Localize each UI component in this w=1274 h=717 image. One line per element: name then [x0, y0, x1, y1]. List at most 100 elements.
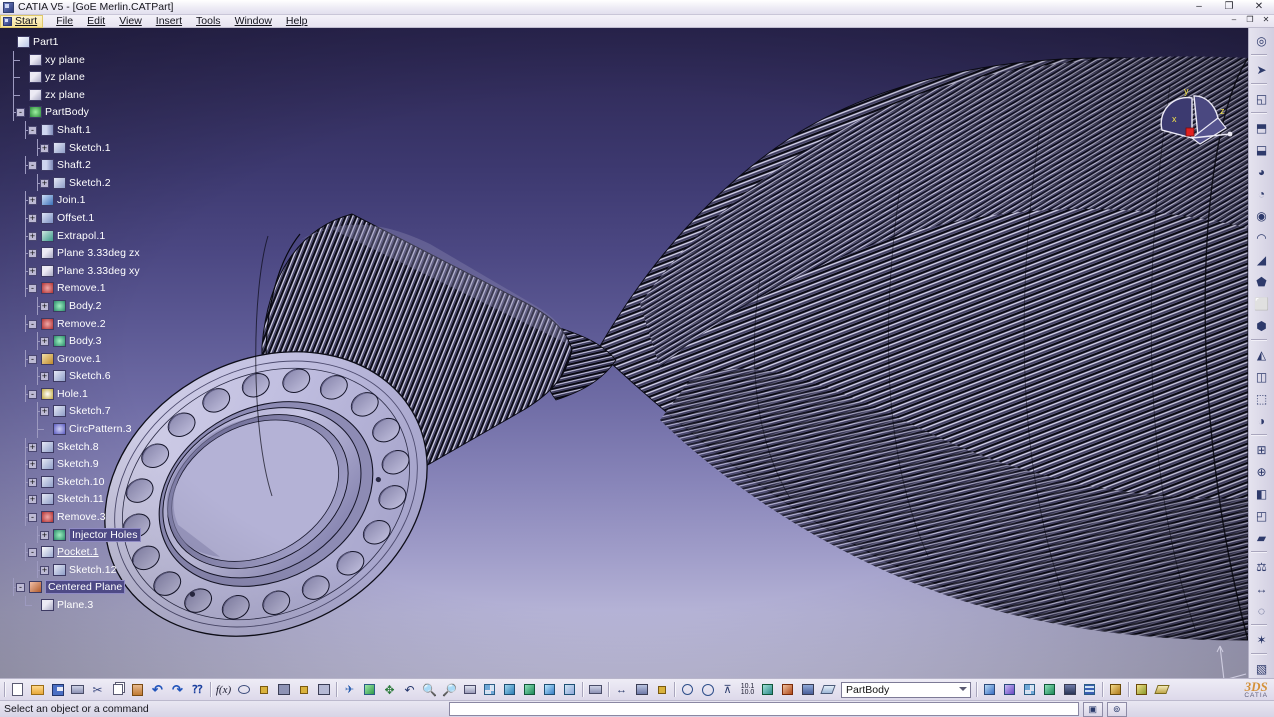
tree-expand-toggle[interactable]: +: [28, 477, 37, 487]
tree-node[interactable]: + Body.2: [0, 296, 150, 315]
measure-between-button[interactable]: ↔: [612, 680, 631, 699]
tree-collapse-toggle[interactable]: -: [28, 284, 37, 294]
zoom-in-button[interactable]: 🔍: [420, 680, 439, 699]
tree-node[interactable]: - Remove.3: [0, 508, 150, 526]
drafting-button[interactable]: [1040, 680, 1059, 699]
tree-collapse-toggle[interactable]: -: [28, 125, 37, 135]
catalog-browser-button[interactable]: [586, 680, 605, 699]
tree-node[interactable]: yz plane: [0, 68, 150, 86]
measure-inertia-button[interactable]: [652, 680, 671, 699]
tree-expand-toggle[interactable]: +: [40, 337, 49, 347]
paint-button[interactable]: [1106, 680, 1125, 699]
draft-icon[interactable]: ⬟: [1251, 271, 1273, 292]
parameter-button[interactable]: [254, 680, 273, 699]
axis-system-button[interactable]: ⊼: [718, 680, 737, 699]
app-close-button[interactable]: ✕: [1244, 0, 1274, 15]
swap-visible-button[interactable]: [560, 680, 579, 699]
part-body-selector[interactable]: PartBody: [841, 681, 971, 698]
pocket-icon[interactable]: ⬓: [1251, 139, 1273, 160]
multi-view-button[interactable]: [480, 680, 499, 699]
tree-node[interactable]: + Sketch.8: [0, 437, 150, 456]
new-button[interactable]: [8, 680, 27, 699]
dmu-navigator-button[interactable]: [1080, 680, 1099, 699]
tree-node[interactable]: + Sketch.1: [0, 138, 150, 157]
tree-node[interactable]: + Sketch.11: [0, 490, 150, 509]
tree-node[interactable]: - Centered Plane: [0, 578, 150, 596]
tree-node[interactable]: xy plane: [0, 50, 150, 69]
tree-node[interactable]: + Plane 3.33deg xy: [0, 261, 150, 280]
tree-node[interactable]: + Injector Holes: [0, 525, 150, 544]
tree-node[interactable]: + Join.1: [0, 191, 150, 209]
menu-item-view[interactable]: View: [112, 15, 149, 28]
tree-expand-toggle[interactable]: +: [28, 266, 37, 276]
tree-node[interactable]: - Remove.2: [0, 314, 150, 333]
iso-view-button[interactable]: [500, 680, 519, 699]
whats-this-button[interactable]: ⁇: [188, 680, 207, 699]
redo-button[interactable]: ↷: [168, 680, 187, 699]
compass-center-handle[interactable]: [1185, 127, 1195, 137]
rocket-engine-model[interactable]: x y z x z: [0, 28, 1248, 678]
tree-expand-toggle[interactable]: +: [28, 442, 37, 452]
select-arrow-icon[interactable]: ➤: [1251, 59, 1273, 80]
app-maximize-button[interactable]: ❐: [1214, 0, 1244, 15]
chamfer-icon[interactable]: ◢: [1251, 249, 1273, 270]
tree-node[interactable]: + Sketch.9: [0, 455, 150, 473]
fit-all-in-button[interactable]: [360, 680, 379, 699]
power-input-button[interactable]: ▣: [1082, 701, 1103, 717]
analysis-icon[interactable]: ✶: [1251, 629, 1273, 650]
specification-tree[interactable]: Part1 xy plane yz plane zx plane - PartBody - S…: [0, 28, 150, 678]
menu-item-insert[interactable]: Insert: [149, 15, 189, 28]
surface-button[interactable]: [1152, 680, 1171, 699]
tree-node[interactable]: + Sketch.7: [0, 402, 150, 421]
tree-node[interactable]: - Pocket.1: [0, 543, 150, 561]
3d-viewport[interactable]: x y z x z: [0, 28, 1248, 678]
lock-button[interactable]: [294, 680, 313, 699]
tree-collapse-toggle[interactable]: -: [28, 513, 37, 523]
tree-expand-toggle[interactable]: +: [28, 495, 37, 505]
menu-item-edit[interactable]: Edit: [80, 15, 112, 28]
tree-collapse-toggle[interactable]: -: [28, 354, 37, 364]
fly-mode-button[interactable]: ✈: [340, 680, 359, 699]
menu-item-window[interactable]: Window: [228, 15, 279, 28]
copy-button[interactable]: [108, 680, 127, 699]
pad-icon[interactable]: ⬒: [1251, 117, 1273, 138]
doc-minimize-button[interactable]: –: [1226, 14, 1242, 26]
tree-node[interactable]: + Sketch.6: [0, 367, 150, 385]
plane-button[interactable]: [818, 680, 837, 699]
work-on-support-button[interactable]: [778, 680, 797, 699]
transform-icon[interactable]: ◭: [1251, 344, 1273, 365]
tree-node[interactable]: Plane.3: [0, 596, 150, 614]
tree-collapse-toggle[interactable]: -: [16, 583, 25, 593]
global-update-button[interactable]: [698, 680, 717, 699]
print-button[interactable]: [68, 680, 87, 699]
insert-body-button[interactable]: [758, 680, 777, 699]
tree-node[interactable]: + Offset.1: [0, 208, 150, 227]
undo-button[interactable]: ↶: [148, 680, 167, 699]
normal-view-button[interactable]: [460, 680, 479, 699]
measure-item-button[interactable]: [632, 680, 651, 699]
sketch-tracer-button[interactable]: [980, 680, 999, 699]
shell-icon[interactable]: ⬜: [1251, 293, 1273, 314]
hole-icon[interactable]: ◉: [1251, 205, 1273, 226]
compass-icon[interactable]: ◎: [1251, 30, 1273, 51]
start-menu-button[interactable]: Start: [0, 14, 44, 28]
update-button[interactable]: [678, 680, 697, 699]
cut-button[interactable]: ✂: [88, 680, 107, 699]
mirror-icon[interactable]: ◫: [1251, 366, 1273, 387]
paste-button[interactable]: [128, 680, 147, 699]
tree-expand-toggle[interactable]: +: [40, 565, 49, 575]
window-tile-icon[interactable]: ▧: [1251, 658, 1273, 679]
tree-expand-toggle[interactable]: +: [28, 249, 37, 259]
rule-button[interactable]: [314, 680, 333, 699]
freestyle-button[interactable]: [1000, 680, 1019, 699]
power-input-field[interactable]: [448, 702, 1079, 716]
doc-close-button[interactable]: ✕: [1258, 14, 1274, 26]
tree-expand-toggle[interactable]: +: [40, 407, 49, 417]
tree-expand-toggle[interactable]: +: [28, 460, 37, 470]
hide-show-button[interactable]: [540, 680, 559, 699]
tree-node[interactable]: - Shaft.2: [0, 156, 150, 174]
tree-node[interactable]: - Groove.1: [0, 349, 150, 368]
open-button[interactable]: [28, 680, 47, 699]
formula-button[interactable]: f(x): [214, 680, 233, 699]
tree-node[interactable]: - Hole.1: [0, 384, 150, 403]
